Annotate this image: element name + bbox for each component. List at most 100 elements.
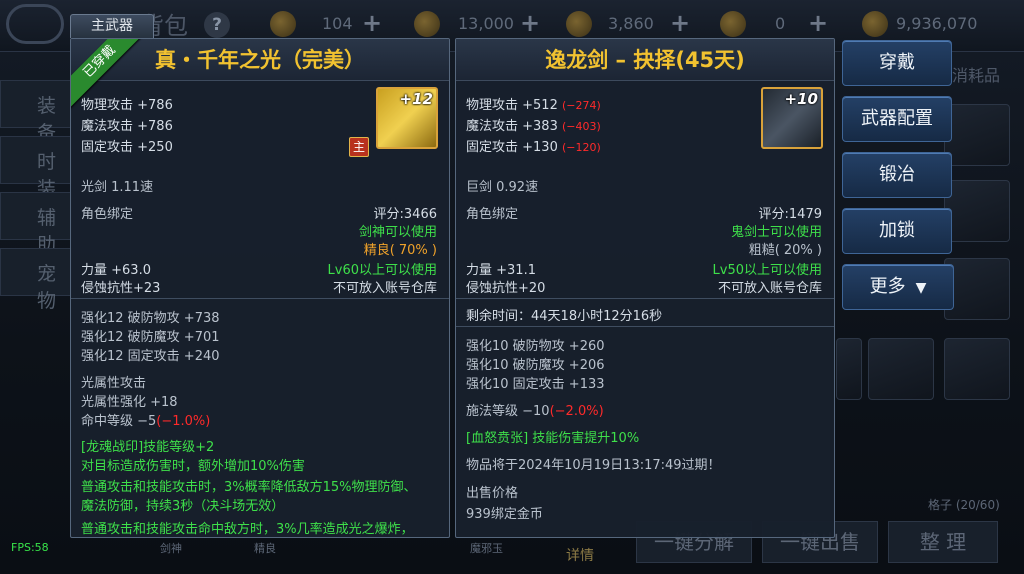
- currency-value: 0: [775, 14, 786, 33]
- stat-fixed-attack: 固定攻击 +250: [81, 140, 173, 155]
- sword-icon: +10: [761, 87, 823, 149]
- stat-value: 魔法攻击 +383: [466, 119, 558, 134]
- stat-value: 物理攻击 +512: [466, 98, 558, 113]
- remaining-time: 剩余时间：44天18小时12分16秒: [466, 309, 663, 324]
- divider: [71, 298, 449, 299]
- help-icon[interactable]: ?: [204, 12, 230, 38]
- class-requirement: 鬼剑士可以使用: [730, 225, 822, 240]
- item-score: 评分:3466: [373, 207, 437, 222]
- tab-fashion[interactable]: 时装: [0, 136, 72, 200]
- binding: 角色绑定: [466, 207, 519, 222]
- tab-assist[interactable]: 辅助: [0, 192, 72, 256]
- weapon-speed: 光剑 1.11速: [81, 180, 154, 195]
- sort-button[interactable]: 整 理: [888, 521, 998, 563]
- tab-consumables[interactable]: 消耗品: [952, 62, 1000, 86]
- fps-counter: FPS:58: [11, 541, 49, 554]
- dropdown-arrow-icon: ▼: [915, 280, 927, 296]
- enhance-stat: 强化12 破防物攻 +738: [81, 311, 220, 326]
- storage-restriction: 不可放入账号仓库: [717, 281, 822, 296]
- tab-equipment[interactable]: 装备: [0, 80, 72, 144]
- binding: 角色绑定: [81, 207, 134, 222]
- level-requirement: Lv50以上可以使用: [712, 263, 822, 278]
- hit-rank-delta: (−1.0%): [156, 414, 211, 429]
- element-strength: 光属性强化 +18: [81, 395, 178, 410]
- item-quality: 精良( 70% ): [363, 243, 437, 258]
- bag-capacity: 格子 (20/60): [928, 498, 1000, 512]
- hit-rank: 命中等级 −5: [81, 414, 157, 429]
- stat-fixed-attack: 固定攻击 +130 (−120): [466, 136, 601, 155]
- enhance-stat: 强化10 固定攻击 +133: [466, 377, 605, 392]
- gem-icon: [720, 11, 746, 37]
- stat-erosion-resist: 侵蚀抗性+20: [466, 281, 546, 296]
- weapon-config-button[interactable]: 武器配置: [842, 96, 952, 142]
- stat-strength: 力量 +31.1: [466, 263, 536, 278]
- coin-icon: [270, 11, 296, 37]
- enhance-stat: 强化10 破防魔攻 +206: [466, 358, 605, 373]
- level-requirement: Lv60以上可以使用: [327, 263, 437, 278]
- item-score: 评分:1479: [758, 207, 822, 222]
- equip-button[interactable]: 穿戴: [842, 40, 952, 86]
- stat-magic-attack: 魔法攻击 +786: [81, 119, 173, 134]
- skill-bonus: [血怒贲张] 技能伤害提升10%: [466, 431, 640, 446]
- add-currency-button[interactable]: +: [808, 9, 828, 37]
- item-quality: 粗糙( 20% ): [748, 243, 822, 258]
- cast-level-delta: (−2.0%): [549, 404, 604, 419]
- sell-price: 939绑定金币: [466, 507, 543, 522]
- stat-strength: 力量 +63.0: [81, 263, 151, 278]
- element-title: 光属性攻击: [81, 376, 147, 391]
- stat-delta: (−120): [561, 141, 601, 154]
- slot-caption: 魔邪玉: [470, 542, 503, 555]
- skill-bonus: [龙魂战印]技能等级+2: [81, 440, 215, 455]
- lock-button[interactable]: 加锁: [842, 208, 952, 254]
- sword-icon: +12: [376, 87, 438, 149]
- currency-value: 13,000: [458, 14, 514, 33]
- expiry-notice: 物品将于2024年10月19日13:17:49过期！: [466, 458, 721, 473]
- tab-pet[interactable]: 宠物: [0, 248, 72, 312]
- main-weapon-tab: 主武器: [70, 14, 154, 38]
- inventory-slot[interactable]: [836, 338, 862, 400]
- stat-magic-attack: 魔法攻击 +383 (−403): [466, 115, 601, 134]
- enhance-level: +12: [399, 90, 433, 108]
- stat-physical-attack: 物理攻击 +512 (−274): [466, 94, 601, 113]
- stat-physical-attack: 物理攻击 +786: [81, 98, 173, 113]
- currency-value: 3,860: [608, 14, 654, 33]
- inventory-slot[interactable]: [868, 338, 934, 400]
- more-label: 更多: [869, 276, 906, 297]
- inventory-slot[interactable]: [944, 180, 1010, 242]
- inventory-slot[interactable]: [944, 338, 1010, 400]
- slot-caption: 剑神: [160, 542, 182, 555]
- back-button[interactable]: [6, 4, 64, 44]
- enhance-level: +10: [784, 90, 818, 108]
- cast-level: 施法等级 −10: [466, 404, 550, 419]
- scroll-icon: [414, 11, 440, 37]
- stat-erosion-resist: 侵蚀抗性+23: [81, 281, 161, 296]
- more-button[interactable]: 更多 ▼: [842, 264, 954, 310]
- stat-delta: (−274): [561, 99, 601, 112]
- enhance-stat: 强化12 固定攻击 +240: [81, 349, 220, 364]
- enhance-stat: 强化12 破防魔攻 +701: [81, 330, 220, 345]
- enhance-stat: 强化10 破防物攻 +260: [466, 339, 605, 354]
- add-currency-button[interactable]: +: [362, 9, 382, 37]
- add-currency-button[interactable]: +: [520, 9, 540, 37]
- divider: [456, 326, 834, 327]
- ticket-icon: [566, 11, 592, 37]
- main-weapon-badge: 主: [349, 137, 369, 157]
- sell-price-title: 出售价格: [466, 486, 519, 501]
- weapon-speed: 巨剑 0.92速: [466, 180, 539, 195]
- slot-caption: 精良: [254, 542, 276, 555]
- stat-value: 固定攻击 +130: [466, 140, 558, 155]
- gold-icon: [862, 11, 888, 37]
- item-title: 逸龙剑 – 抉择(45天): [456, 39, 834, 81]
- compare-item-tooltip: 逸龙剑 – 抉择(45天) +10 物理攻击 +512 (−274) 魔法攻击 …: [455, 38, 835, 538]
- add-currency-button[interactable]: +: [670, 9, 690, 37]
- detail-tab[interactable]: 详情: [566, 545, 594, 565]
- effect-line: 普通攻击和技能攻击时，3%概率降低敌方15%物理防御、: [81, 480, 417, 495]
- class-requirement: 剑神可以使用: [358, 225, 437, 240]
- hit-rank-row: 命中等级 −5(−1.0%): [81, 410, 210, 429]
- inventory-slot[interactable]: [944, 104, 1010, 166]
- currency-value: 104: [322, 14, 353, 33]
- forge-button[interactable]: 锻冶: [842, 152, 952, 198]
- currency-value: 9,936,070: [896, 14, 978, 33]
- equipped-item-tooltip: 已穿戴 真・千年之光（完美） +12 主 物理攻击 +786 魔法攻击 +786…: [70, 38, 450, 538]
- effect-line: 魔法防御，持续3秒（决斗场无效）: [81, 499, 285, 514]
